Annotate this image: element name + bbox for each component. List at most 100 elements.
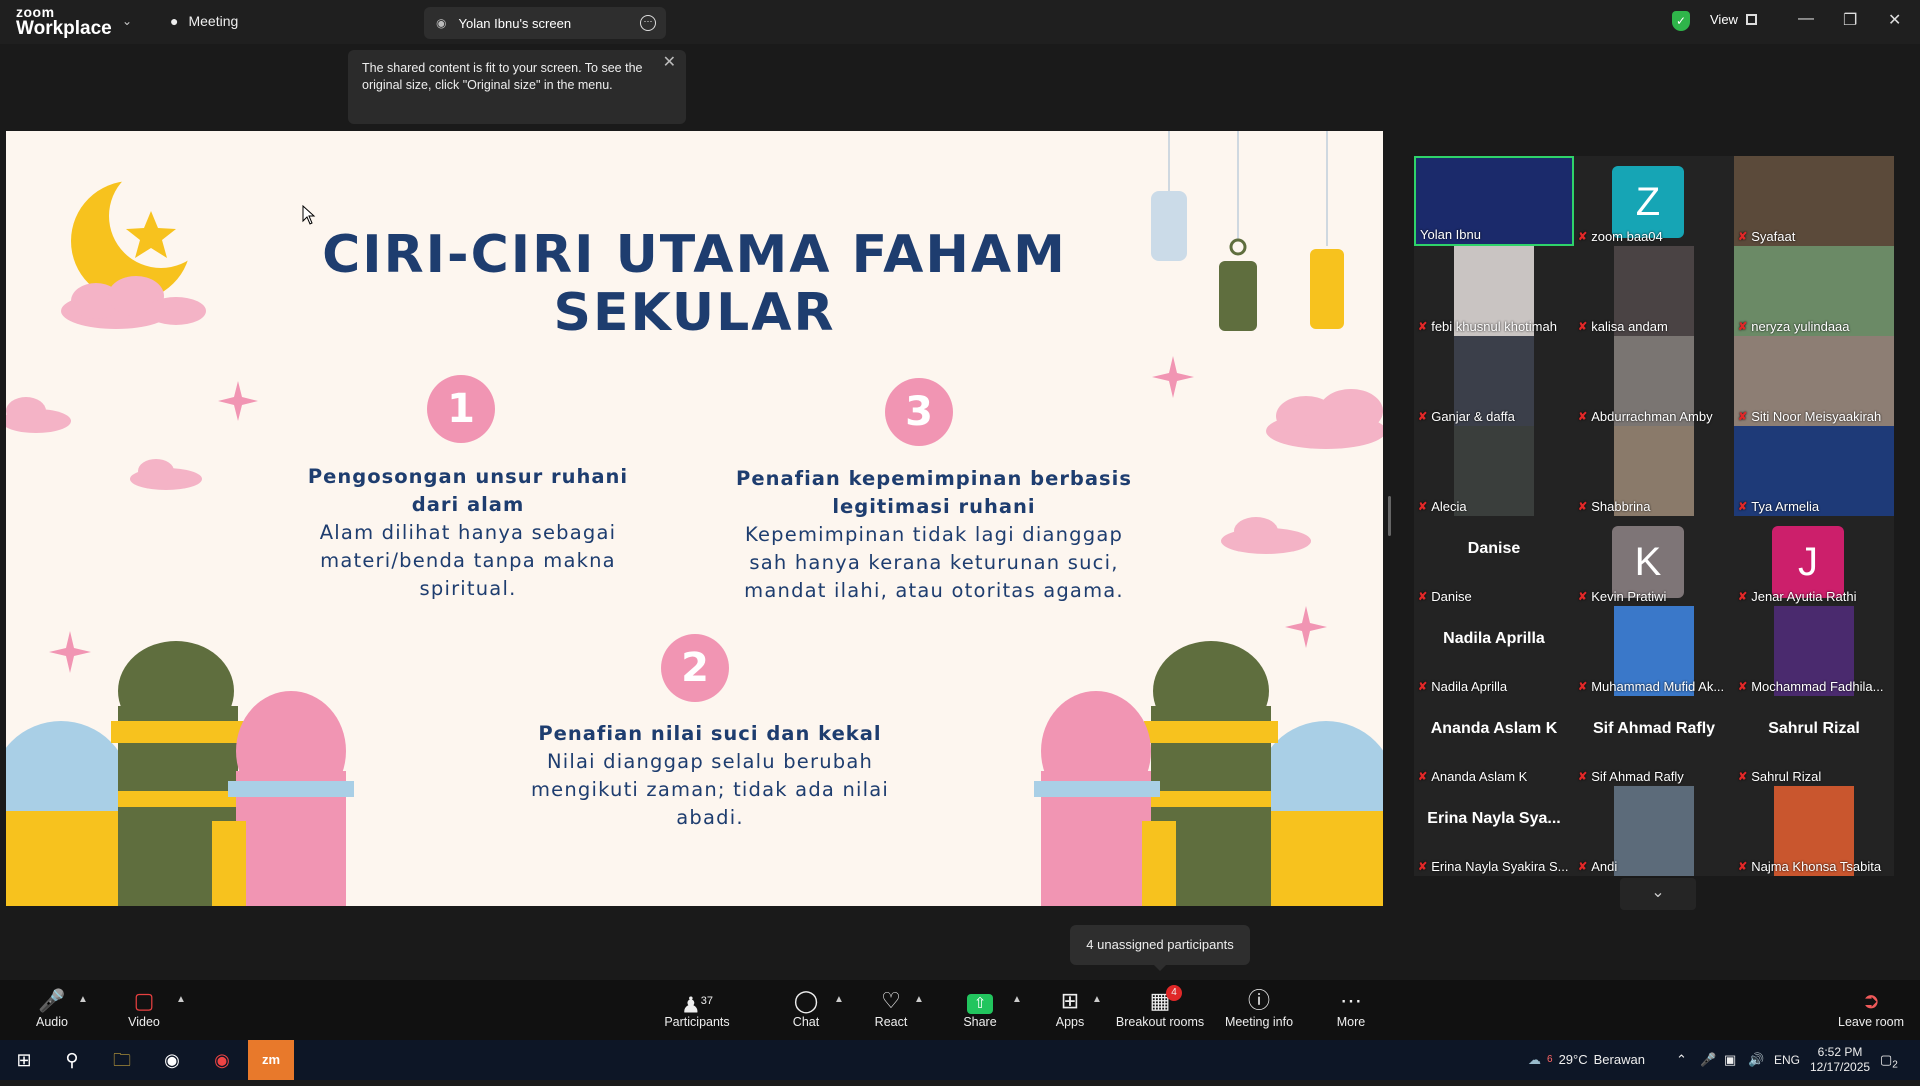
share-caret-icon[interactable]: ▲ <box>1012 994 1022 1005</box>
shield-check-icon[interactable]: ✓ <box>1672 11 1690 31</box>
participant-tile[interactable]: Sif Ahmad Rafly ✘ Sif Ahmad Rafly <box>1574 696 1734 786</box>
language-indicator[interactable]: ENG <box>1774 1040 1800 1080</box>
participants-button[interactable]: ♟37 Participants <box>658 987 736 1029</box>
leave-room-button[interactable]: ➲ Leave room <box>1838 987 1904 1029</box>
audio-button[interactable]: 🎤 Audio <box>26 987 78 1029</box>
participant-tile[interactable]: ✘ Abdurrachman Amby <box>1574 336 1734 426</box>
mic-muted-icon: 🎤 <box>38 988 66 1013</box>
paw-icon: ● <box>170 13 179 29</box>
shared-slide[interactable]: CIRI-CIRI UTAMA FAHAM SEKULAR 1 Pengoson… <box>6 131 1383 906</box>
chevron-up-icon[interactable]: ⌃ <box>1676 1040 1687 1080</box>
apps-button[interactable]: ⊞ Apps <box>1050 987 1090 1029</box>
apps-caret-icon[interactable]: ▲ <box>1092 994 1102 1005</box>
participant-label: ✘ zoom baa04 <box>1578 229 1663 244</box>
gallery-next-page-button[interactable]: ⌄ <box>1620 878 1696 910</box>
participant-tile[interactable]: ✘ Ganjar & daffa <box>1414 336 1574 426</box>
participant-tile[interactable]: Danise ✘ Danise <box>1414 516 1574 606</box>
participant-tile[interactable]: ✘ Tya Armelia <box>1734 426 1894 516</box>
participant-tile[interactable]: ✘ neryza yulindaaa <box>1734 246 1894 336</box>
close-icon[interactable]: ✕ <box>1888 10 1901 30</box>
mic-muted-icon: ✘ <box>1418 681 1428 693</box>
chat-button[interactable]: ◯ Chat <box>786 987 826 1029</box>
participant-tile[interactable]: J ✘ Jenar Ayutia Rathi <box>1734 516 1894 606</box>
camera-app-icon[interactable]: ◉ <box>148 1040 196 1080</box>
grid-icon <box>1745 14 1757 25</box>
clock[interactable]: 6:52 PM 12/17/2025 <box>1810 1040 1870 1080</box>
tooltip-text: The shared content is fit to your screen… <box>362 61 643 92</box>
share-button[interactable]: ⇧ Share <box>958 987 1002 1029</box>
participant-tile[interactable]: Sahrul Rizal ✘ Sahrul Rizal <box>1734 696 1894 786</box>
weather-cloud-icon: ☁ <box>1528 1052 1541 1067</box>
mic-icon[interactable]: 🎤 <box>1700 1040 1716 1080</box>
file-explorer-icon[interactable]: 🗀 <box>98 1040 146 1080</box>
participant-tile[interactable]: ✘ Najma Khonsa Tsabita <box>1734 786 1894 876</box>
mic-muted-icon: ✘ <box>1578 321 1588 333</box>
point-3: Penafian kepemimpinan berbasis legitimas… <box>734 465 1134 605</box>
participant-name: Kevin Pratiwi <box>1591 589 1667 604</box>
chevron-down-icon: ⌄ <box>1651 884 1665 901</box>
notification-icon[interactable]: ▢2 <box>1880 1040 1898 1080</box>
chrome-icon[interactable]: ◉ <box>198 1040 246 1080</box>
chevron-down-icon[interactable]: ⌄ <box>122 14 132 28</box>
weather-widget[interactable]: ☁ 6 29°C Berawan <box>1528 1040 1645 1080</box>
participant-tile[interactable]: Nadila Aprilla ✘ Nadila Aprilla <box>1414 606 1574 696</box>
mouse-cursor-icon <box>302 205 316 225</box>
more-options-icon[interactable]: ··· <box>640 15 656 31</box>
participant-tile[interactable]: Yolan Ibnu <box>1414 156 1574 246</box>
mic-muted-icon: ✘ <box>1738 591 1748 603</box>
mic-muted-icon: ✘ <box>1418 501 1428 513</box>
meeting-button[interactable]: ● Meeting <box>170 13 238 29</box>
close-icon[interactable]: ✕ <box>663 54 676 71</box>
unassigned-participants-tooltip: 4 unassigned participants <box>1070 925 1250 971</box>
participant-name: Jenar Ayutia Rathi <box>1751 589 1857 604</box>
breakout-badge: 4 <box>1166 985 1182 1001</box>
audio-label: Audio <box>36 1015 68 1029</box>
participant-label: ✘ kalisa andam <box>1578 319 1668 334</box>
participant-tile[interactable]: ✘ Syafaat <box>1734 156 1894 246</box>
participant-tile[interactable]: ✘ Mochammad Fadhila... <box>1734 606 1894 696</box>
participants-count: 37 <box>700 995 713 1007</box>
restore-icon[interactable]: ❐ <box>1843 10 1857 30</box>
participant-tile[interactable]: ✘ kalisa andam <box>1574 246 1734 336</box>
react-label: React <box>874 1015 908 1029</box>
participant-tile[interactable]: ✘ febi khusnul khotimah <box>1414 246 1574 336</box>
breakout-rooms-button[interactable]: ▦ 4 Breakout rooms <box>1114 985 1206 1029</box>
participant-name: Erina Nayla Syakira S... <box>1431 859 1569 874</box>
participant-tile[interactable]: ✘ Siti Noor Meisyaakirah <box>1734 336 1894 426</box>
participant-label: Yolan Ibnu <box>1420 227 1481 242</box>
mic-muted-icon: ✘ <box>1738 321 1748 333</box>
participant-label: ✘ neryza yulindaaa <box>1738 319 1850 334</box>
chat-caret-icon[interactable]: ▲ <box>834 994 844 1005</box>
participant-tile[interactable]: ✘ Andi <box>1574 786 1734 876</box>
shared-screen-tab[interactable]: ◉ Yolan Ibnu's screen ··· <box>424 7 666 39</box>
volume-icon[interactable]: 🔊 <box>1748 1040 1764 1080</box>
participant-tile[interactable]: Z ✘ zoom baa04 <box>1574 156 1734 246</box>
panel-resize-handle[interactable] <box>1388 496 1391 536</box>
participant-tile[interactable]: Ananda Aslam K ✘ Ananda Aslam K <box>1414 696 1574 786</box>
meeting-info-button[interactable]: ⓘ Meeting info <box>1224 987 1294 1029</box>
video-caret-icon[interactable]: ▲ <box>176 994 186 1005</box>
participant-label: ✘ febi khusnul khotimah <box>1418 319 1557 334</box>
minimize-icon[interactable]: — <box>1798 10 1814 28</box>
search-icon[interactable]: ⚲ <box>48 1040 96 1080</box>
react-button[interactable]: ♡ React <box>870 987 912 1029</box>
view-button[interactable]: View <box>1710 12 1757 27</box>
audio-caret-icon[interactable]: ▲ <box>78 994 88 1005</box>
participant-tile[interactable]: ✘ Muhammad Mufid Ak... <box>1574 606 1734 696</box>
meeting-info-label: Meeting info <box>1224 1015 1294 1029</box>
network-icon[interactable]: ▣ <box>1724 1040 1736 1080</box>
participant-tile[interactable]: K ✘ Kevin Pratiwi <box>1574 516 1734 606</box>
participant-tile[interactable]: ✘ Alecia <box>1414 426 1574 516</box>
participant-name: Andi <box>1591 859 1618 874</box>
mic-muted-icon: ✘ <box>1578 771 1588 783</box>
participant-tile[interactable]: Erina Nayla Sya... ✘ Erina Nayla Syakira S… <box>1414 786 1574 876</box>
react-caret-icon[interactable]: ▲ <box>914 994 924 1005</box>
participant-tile[interactable]: ✘ Shabbrina <box>1574 426 1734 516</box>
participant-label: ✘ Ananda Aslam K <box>1418 769 1527 784</box>
video-button[interactable]: ▢ Video <box>120 987 168 1029</box>
participant-name: Tya Armelia <box>1751 499 1820 514</box>
participant-display-name: Sahrul Rizal <box>1768 720 1860 737</box>
zoom-app-icon[interactable]: zm <box>248 1040 294 1080</box>
windows-start-icon[interactable]: ⊞ <box>0 1040 48 1080</box>
more-button[interactable]: ⋯ More <box>1332 987 1370 1029</box>
